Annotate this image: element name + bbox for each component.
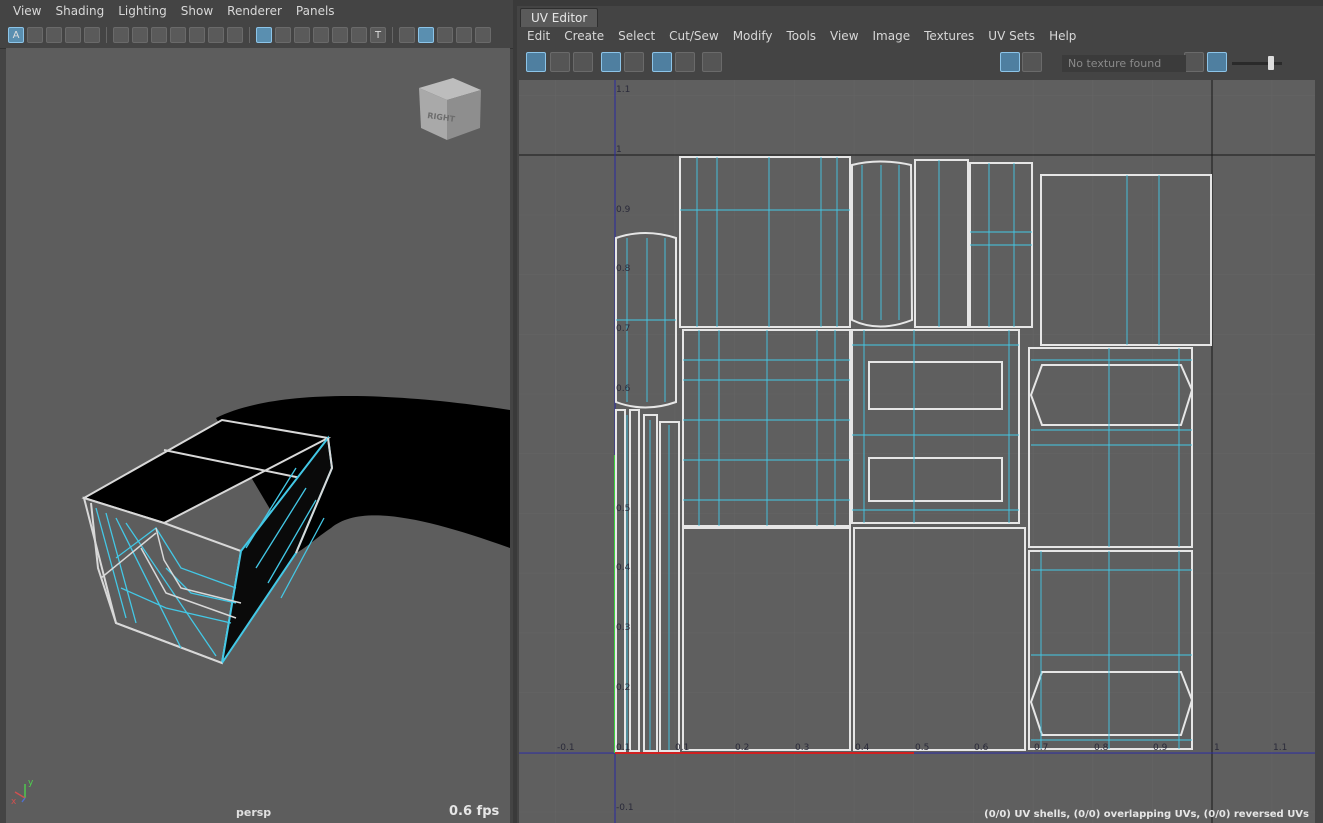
uv-menubar: Edit Create Select Cut/Sew Modify Tools …	[520, 26, 1316, 46]
uv-edge-icon[interactable]	[550, 52, 570, 72]
grease-pencil-icon[interactable]	[170, 27, 186, 43]
view-cube[interactable]: RIGHT	[419, 78, 481, 140]
separator	[106, 27, 107, 43]
image-plane-icon[interactable]	[65, 27, 81, 43]
grid-icon[interactable]	[256, 27, 272, 43]
gate-mask-icon[interactable]	[313, 27, 329, 43]
uv-x-tick: -0.1	[557, 743, 575, 753]
uv-x-tick: 0.9	[1153, 743, 1168, 753]
uv-snapshot-icon[interactable]	[702, 52, 722, 72]
uv-x-tick: 0.1	[675, 743, 689, 753]
uv-menu-view[interactable]: View	[823, 26, 865, 46]
smooth-shade-icon[interactable]	[418, 27, 434, 43]
uv-canvas[interactable]: -0.1 0.1 0.2 0.3 0.4 0.5 0.6 0.7 0.8 0.9…	[519, 80, 1315, 823]
dim-slider-handle[interactable]	[1268, 56, 1274, 70]
checker-tiles-icon[interactable]	[1022, 52, 1042, 72]
uv-y-tick: 0.5	[616, 504, 630, 514]
field-chart-icon[interactable]	[332, 27, 348, 43]
uv-y-tick: 0.7	[616, 324, 630, 334]
uv-face-icon[interactable]	[573, 52, 593, 72]
menu-shading[interactable]: Shading	[48, 0, 111, 22]
uv-checker-icon[interactable]	[652, 52, 672, 72]
viewport-toolbar: A T	[0, 22, 513, 49]
wireframe-on-shaded-icon[interactable]	[456, 27, 472, 43]
uv-grid-icon[interactable]	[601, 52, 621, 72]
menu-view[interactable]: View	[6, 0, 48, 22]
safe-action-icon[interactable]	[351, 27, 367, 43]
uv-toolbar	[520, 47, 1316, 79]
film-gate-icon[interactable]	[275, 27, 291, 43]
uv-status-text: (0/0) UV shells, (0/0) overlapping UVs, …	[984, 809, 1309, 820]
uv-x-tick: 0.4	[855, 743, 870, 753]
uv-menu-tools[interactable]: Tools	[779, 26, 823, 46]
frame-icon[interactable]	[27, 27, 43, 43]
uv-x-tick: 0.3	[795, 743, 809, 753]
wireframe-icon[interactable]	[399, 27, 415, 43]
camera-icon[interactable]	[113, 27, 129, 43]
uv-menu-uvsets[interactable]: UV Sets	[981, 26, 1042, 46]
uv-x-tick: 0.2	[735, 743, 749, 753]
uv-snap-icon[interactable]	[624, 52, 644, 72]
menu-panels[interactable]: Panels	[289, 0, 342, 22]
uv-menu-image[interactable]: Image	[866, 26, 918, 46]
uv-x-tick: 1	[1214, 743, 1220, 753]
uv-x-tick: 0.8	[1094, 743, 1109, 753]
uv-y-tick: 1.1	[616, 85, 630, 95]
xray-joint-icon[interactable]	[208, 27, 224, 43]
axis-x-label: x	[11, 797, 17, 807]
default-material-icon[interactable]	[437, 27, 453, 43]
uv-y-tick: -0.1	[616, 803, 634, 813]
uv-x-tick: 0.7	[1034, 743, 1048, 753]
menu-show[interactable]: Show	[174, 0, 220, 22]
uv-x-tick: 0.5	[915, 743, 929, 753]
resolution-gate-icon[interactable]	[294, 27, 310, 43]
texture-selector[interactable]: No texture found	[1062, 55, 1186, 72]
uv-distortion-icon[interactable]	[675, 52, 695, 72]
uv-menu-edit[interactable]: Edit	[520, 26, 557, 46]
image-ratio-icon[interactable]	[1207, 52, 1227, 72]
scene-svg: RIGHT y x	[11, 78, 510, 807]
menu-renderer[interactable]: Renderer	[220, 0, 289, 22]
uv-y-tick: 0.1	[616, 743, 630, 753]
display-image-icon[interactable]	[1000, 52, 1020, 72]
uv-y-tick: 0.4	[616, 563, 631, 573]
uv-menu-create[interactable]: Create	[557, 26, 611, 46]
dim-slider-track[interactable]	[1232, 62, 1282, 65]
uv-svg: -0.1 0.1 0.2 0.3 0.4 0.5 0.6 0.7 0.8 0.9…	[519, 80, 1315, 823]
lock-camera-icon[interactable]	[84, 27, 100, 43]
fps-readout: 0.6 fps	[449, 804, 500, 819]
uv-shell-icon[interactable]	[526, 52, 546, 72]
separator	[249, 27, 250, 43]
uv-menu-select[interactable]: Select	[611, 26, 662, 46]
uv-x-tick: 1.1	[1273, 743, 1287, 753]
uv-y-tick: 0.6	[616, 384, 631, 394]
camera-label: persp	[236, 806, 272, 819]
safe-title-icon[interactable]: T	[370, 27, 386, 43]
uv-x-tick: 0.6	[974, 743, 989, 753]
uv-y-tick: 0.2	[616, 683, 630, 693]
menu-lighting[interactable]: Lighting	[111, 0, 174, 22]
uv-y-tick: 0.3	[616, 623, 630, 633]
uv-menu-textures[interactable]: Textures	[917, 26, 981, 46]
separator	[392, 27, 393, 43]
uv-y-tick: 0.9	[616, 205, 631, 215]
exposure-icon[interactable]	[1184, 52, 1204, 72]
uv-menu-cutsew[interactable]: Cut/Sew	[662, 26, 726, 46]
uv-menu-help[interactable]: Help	[1042, 26, 1083, 46]
viewport-3d[interactable]: RIGHT y x	[6, 48, 510, 823]
pencil-icon[interactable]	[227, 27, 243, 43]
viewport-menubar: View Shading Lighting Show Renderer Pane…	[0, 0, 513, 22]
uv-menu-modify[interactable]: Modify	[726, 26, 780, 46]
uv-y-tick: 0.8	[616, 264, 631, 274]
uv-y-tick: 1	[616, 145, 622, 155]
camera-attr-icon[interactable]	[132, 27, 148, 43]
bookmark-icon[interactable]	[46, 27, 62, 43]
isolate-icon[interactable]	[189, 27, 205, 43]
axis-y-label: y	[28, 778, 34, 788]
select-camera-icon[interactable]: A	[8, 27, 24, 43]
bookmark-cam-icon[interactable]	[151, 27, 167, 43]
textured-icon[interactable]	[475, 27, 491, 43]
uv-editor-tab[interactable]: UV Editor	[520, 8, 599, 27]
axis-gizmo: y x	[11, 778, 34, 807]
